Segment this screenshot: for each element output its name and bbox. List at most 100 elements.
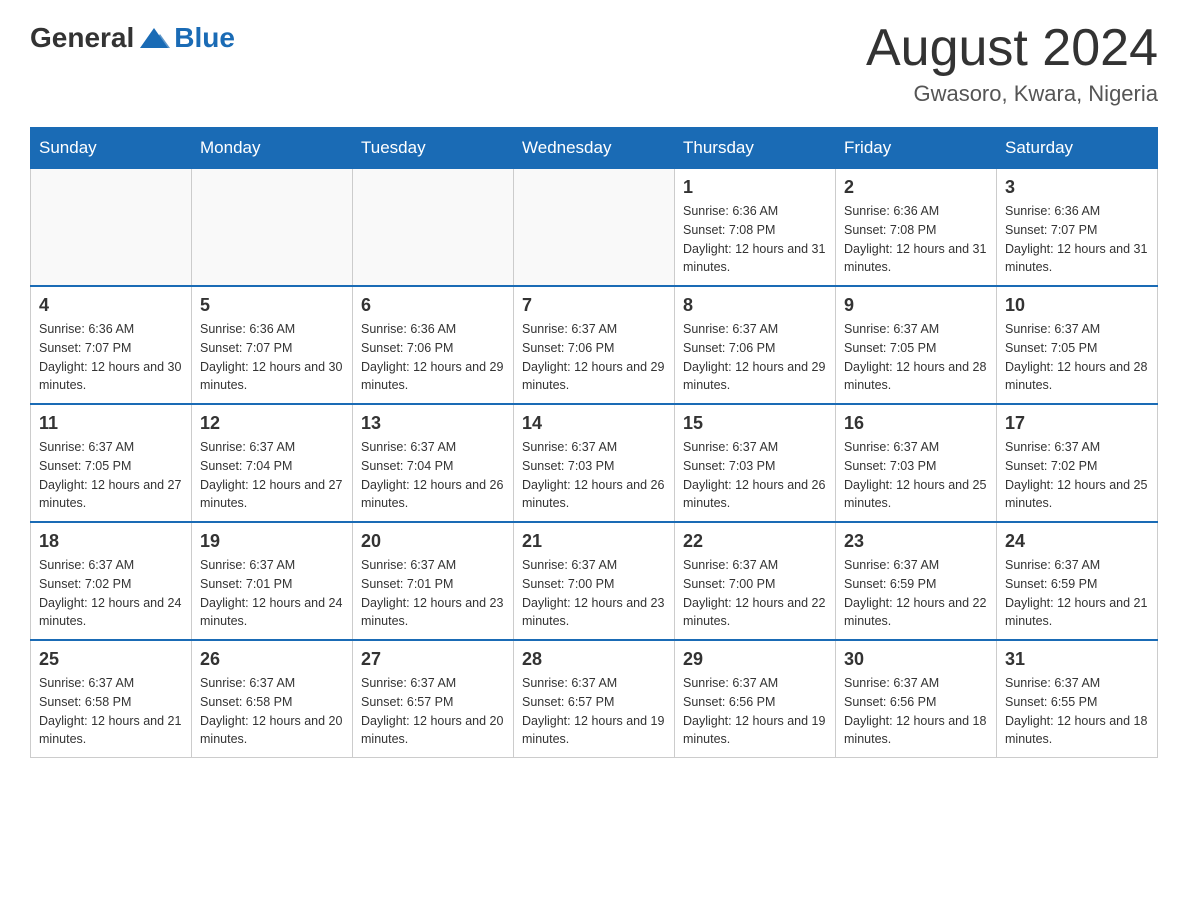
calendar-week-4: 18 Sunrise: 6:37 AMSunset: 7:02 PMDayligh… (31, 522, 1158, 640)
day-info: Sunrise: 6:37 AMSunset: 7:05 PMDaylight:… (1005, 320, 1149, 395)
calendar-cell: 10 Sunrise: 6:37 AMSunset: 7:05 PMDayligh… (997, 286, 1158, 404)
day-number: 23 (844, 531, 988, 552)
day-number: 10 (1005, 295, 1149, 316)
day-info: Sunrise: 6:37 AMSunset: 6:57 PMDaylight:… (522, 674, 666, 749)
day-number: 3 (1005, 177, 1149, 198)
day-number: 2 (844, 177, 988, 198)
day-info: Sunrise: 6:37 AMSunset: 6:56 PMDaylight:… (683, 674, 827, 749)
day-info: Sunrise: 6:36 AMSunset: 7:08 PMDaylight:… (683, 202, 827, 277)
day-header-monday: Monday (192, 128, 353, 169)
calendar-cell: 23 Sunrise: 6:37 AMSunset: 6:59 PMDayligh… (836, 522, 997, 640)
day-number: 14 (522, 413, 666, 434)
calendar-cell: 6Sunrise: 6:36 AMSunset: 7:06 PMDaylight… (353, 286, 514, 404)
day-header-friday: Friday (836, 128, 997, 169)
day-number: 17 (1005, 413, 1149, 434)
calendar-cell (353, 169, 514, 287)
title-block: August 2024 Gwasoro, Kwara, Nigeria (866, 20, 1158, 107)
day-number: 21 (522, 531, 666, 552)
day-info: Sunrise: 6:36 AMSunset: 7:07 PMDaylight:… (39, 320, 183, 395)
calendar-cell: 1Sunrise: 6:36 AMSunset: 7:08 PMDaylight… (675, 169, 836, 287)
calendar-cell: 12 Sunrise: 6:37 AMSunset: 7:04 PMDayligh… (192, 404, 353, 522)
logo-blue: Blue (174, 22, 235, 54)
day-info: Sunrise: 6:36 AMSunset: 7:06 PMDaylight:… (361, 320, 505, 395)
calendar-cell (31, 169, 192, 287)
calendar-cell: 21 Sunrise: 6:37 AMSunset: 7:00 PMDayligh… (514, 522, 675, 640)
day-header-saturday: Saturday (997, 128, 1158, 169)
logo: General Blue (30, 20, 235, 56)
day-header-tuesday: Tuesday (353, 128, 514, 169)
day-info: Sunrise: 6:37 AMSunset: 7:01 PMDaylight:… (200, 556, 344, 631)
day-info: Sunrise: 6:37 AMSunset: 6:59 PMDaylight:… (1005, 556, 1149, 631)
calendar-cell: 3 Sunrise: 6:36 AMSunset: 7:07 PMDaylight… (997, 169, 1158, 287)
day-info: Sunrise: 6:37 AMSunset: 6:57 PMDaylight:… (361, 674, 505, 749)
day-number: 19 (200, 531, 344, 552)
day-header-wednesday: Wednesday (514, 128, 675, 169)
calendar-cell: 4Sunrise: 6:36 AMSunset: 7:07 PMDaylight… (31, 286, 192, 404)
calendar-week-3: 11 Sunrise: 6:37 AMSunset: 7:05 PMDayligh… (31, 404, 1158, 522)
day-info: Sunrise: 6:37 AMSunset: 6:56 PMDaylight:… (844, 674, 988, 749)
calendar-cell: 2 Sunrise: 6:36 AMSunset: 7:08 PMDaylight… (836, 169, 997, 287)
day-info: Sunrise: 6:37 AMSunset: 7:00 PMDaylight:… (522, 556, 666, 631)
logo-icon (136, 20, 172, 56)
calendar-cell: 17 Sunrise: 6:37 AMSunset: 7:02 PMDayligh… (997, 404, 1158, 522)
calendar-cell: 18 Sunrise: 6:37 AMSunset: 7:02 PMDayligh… (31, 522, 192, 640)
calendar-cell (514, 169, 675, 287)
day-number: 27 (361, 649, 505, 670)
day-info: Sunrise: 6:37 AMSunset: 7:03 PMDaylight:… (683, 438, 827, 513)
day-info: Sunrise: 6:37 AMSunset: 6:55 PMDaylight:… (1005, 674, 1149, 749)
day-number: 25 (39, 649, 183, 670)
day-info: Sunrise: 6:36 AMSunset: 7:07 PMDaylight:… (1005, 202, 1149, 277)
calendar-cell: 29 Sunrise: 6:37 AMSunset: 6:56 PMDayligh… (675, 640, 836, 758)
day-number: 5 (200, 295, 344, 316)
day-number: 11 (39, 413, 183, 434)
day-info: Sunrise: 6:37 AMSunset: 7:03 PMDaylight:… (522, 438, 666, 513)
day-number: 7 (522, 295, 666, 316)
calendar-cell: 27 Sunrise: 6:37 AMSunset: 6:57 PMDayligh… (353, 640, 514, 758)
calendar-cell: 11 Sunrise: 6:37 AMSunset: 7:05 PMDayligh… (31, 404, 192, 522)
calendar-cell: 20Sunrise: 6:37 AMSunset: 7:01 PMDayligh… (353, 522, 514, 640)
day-info: Sunrise: 6:37 AMSunset: 7:05 PMDaylight:… (39, 438, 183, 513)
day-info: Sunrise: 6:37 AMSunset: 7:06 PMDaylight:… (683, 320, 827, 395)
day-info: Sunrise: 6:37 AMSunset: 7:04 PMDaylight:… (361, 438, 505, 513)
calendar-cell: 24 Sunrise: 6:37 AMSunset: 6:59 PMDayligh… (997, 522, 1158, 640)
day-info: Sunrise: 6:37 AMSunset: 7:04 PMDaylight:… (200, 438, 344, 513)
day-number: 16 (844, 413, 988, 434)
logo-general: General (30, 22, 134, 54)
calendar-cell: 28Sunrise: 6:37 AMSunset: 6:57 PMDayligh… (514, 640, 675, 758)
day-info: Sunrise: 6:37 AMSunset: 7:02 PMDaylight:… (39, 556, 183, 631)
location: Gwasoro, Kwara, Nigeria (866, 81, 1158, 107)
calendar-cell: 15 Sunrise: 6:37 AMSunset: 7:03 PMDayligh… (675, 404, 836, 522)
day-header-thursday: Thursday (675, 128, 836, 169)
month-title: August 2024 (866, 20, 1158, 77)
calendar-cell: 8Sunrise: 6:37 AMSunset: 7:06 PMDaylight… (675, 286, 836, 404)
day-info: Sunrise: 6:37 AMSunset: 6:58 PMDaylight:… (200, 674, 344, 749)
day-info: Sunrise: 6:36 AMSunset: 7:08 PMDaylight:… (844, 202, 988, 277)
day-info: Sunrise: 6:37 AMSunset: 6:59 PMDaylight:… (844, 556, 988, 631)
calendar-cell: 30 Sunrise: 6:37 AMSunset: 6:56 PMDayligh… (836, 640, 997, 758)
day-number: 29 (683, 649, 827, 670)
calendar-cell: 5 Sunrise: 6:36 AMSunset: 7:07 PMDaylight… (192, 286, 353, 404)
calendar-cell: 26 Sunrise: 6:37 AMSunset: 6:58 PMDayligh… (192, 640, 353, 758)
day-number: 18 (39, 531, 183, 552)
day-number: 31 (1005, 649, 1149, 670)
day-info: Sunrise: 6:37 AMSunset: 7:06 PMDaylight:… (522, 320, 666, 395)
day-number: 20 (361, 531, 505, 552)
day-number: 13 (361, 413, 505, 434)
day-number: 15 (683, 413, 827, 434)
calendar-week-2: 4Sunrise: 6:36 AMSunset: 7:07 PMDaylight… (31, 286, 1158, 404)
calendar-cell: 22Sunrise: 6:37 AMSunset: 7:00 PMDayligh… (675, 522, 836, 640)
day-number: 26 (200, 649, 344, 670)
calendar-cell (192, 169, 353, 287)
day-number: 24 (1005, 531, 1149, 552)
day-info: Sunrise: 6:36 AMSunset: 7:07 PMDaylight:… (200, 320, 344, 395)
day-info: Sunrise: 6:37 AMSunset: 6:58 PMDaylight:… (39, 674, 183, 749)
calendar-table: SundayMondayTuesdayWednesdayThursdayFrid… (30, 127, 1158, 758)
day-number: 30 (844, 649, 988, 670)
day-header-sunday: Sunday (31, 128, 192, 169)
calendar-cell: 25 Sunrise: 6:37 AMSunset: 6:58 PMDayligh… (31, 640, 192, 758)
day-number: 12 (200, 413, 344, 434)
day-info: Sunrise: 6:37 AMSunset: 7:02 PMDaylight:… (1005, 438, 1149, 513)
calendar-cell: 13 Sunrise: 6:37 AMSunset: 7:04 PMDayligh… (353, 404, 514, 522)
calendar-week-5: 25 Sunrise: 6:37 AMSunset: 6:58 PMDayligh… (31, 640, 1158, 758)
calendar-cell: 9Sunrise: 6:37 AMSunset: 7:05 PMDaylight… (836, 286, 997, 404)
